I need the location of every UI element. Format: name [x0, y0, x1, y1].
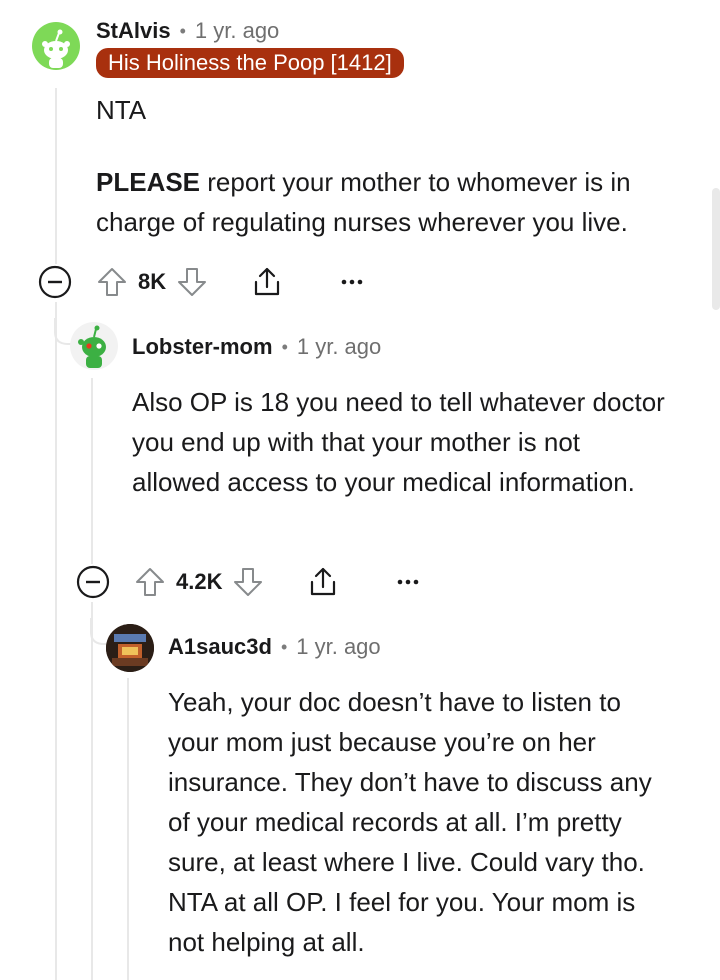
timestamp: 1 yr. ago [296, 334, 382, 359]
comment-body: NTA PLEASE report your mother to whomeve… [96, 90, 696, 242]
scrollbar[interactable] [712, 188, 720, 310]
upvote-arrow-icon[interactable] [96, 266, 128, 298]
comment-body: Also OP is 18 you need to tell whatever … [132, 382, 672, 502]
minus-circle-icon[interactable] [76, 565, 110, 599]
comment-header: StAlvis • 1 yr. ago [96, 16, 279, 46]
comment-actions: 4.2K [76, 562, 420, 602]
comment-text: Yeah, your doc doesn’t have to listen to… [168, 687, 652, 957]
avatar[interactable] [70, 322, 118, 370]
comment-text: Also OP is 18 you need to tell whatever … [132, 387, 665, 497]
thread-line-level-2-lower [91, 602, 93, 980]
comment-text: PLEASE report your mother to whomever is… [96, 162, 696, 242]
separator-dot: • [179, 20, 186, 41]
thread-line-level-1-lower [55, 302, 57, 980]
bold-text: PLEASE [96, 167, 201, 197]
vote-count: 4.2K [176, 569, 223, 594]
timestamp: 1 yr. ago [194, 18, 280, 43]
comment-text: NTA [96, 95, 147, 125]
snoo-avatar-icon [78, 325, 106, 368]
comment-header: A1sauc3d • 1 yr. ago [168, 632, 381, 662]
upvote-arrow-icon[interactable] [134, 566, 166, 598]
thread-line-level-1 [55, 88, 57, 264]
separator-dot: • [280, 636, 288, 657]
avatar[interactable] [32, 22, 80, 70]
vote-count: 8K [138, 269, 167, 294]
username[interactable]: StAlvis [96, 18, 171, 44]
user-flair: His Holiness the Poop [1412] [96, 48, 404, 78]
thread-line-level-2 [91, 378, 93, 564]
more-options-icon[interactable] [340, 277, 364, 287]
share-icon[interactable] [250, 265, 284, 299]
picture-avatar-icon [106, 624, 154, 672]
minus-circle-icon[interactable] [38, 265, 72, 299]
username[interactable]: Lobster-mom [132, 334, 273, 360]
comment-header: Lobster-mom • 1 yr. ago [132, 332, 381, 362]
comment-body: Yeah, your doc doesn’t have to listen to… [168, 682, 668, 962]
username[interactable]: A1sauc3d [168, 634, 272, 660]
snoo-avatar-icon [42, 29, 70, 68]
share-icon[interactable] [306, 565, 340, 599]
comment-actions: 8K [38, 262, 364, 302]
timestamp: 1 yr. ago [296, 634, 381, 659]
separator-dot: • [281, 336, 288, 357]
downvote-arrow-icon[interactable] [176, 266, 208, 298]
more-options-icon[interactable] [396, 577, 420, 587]
avatar[interactable] [106, 624, 154, 672]
downvote-arrow-icon[interactable] [232, 566, 264, 598]
thread-line-level-3 [127, 678, 129, 980]
